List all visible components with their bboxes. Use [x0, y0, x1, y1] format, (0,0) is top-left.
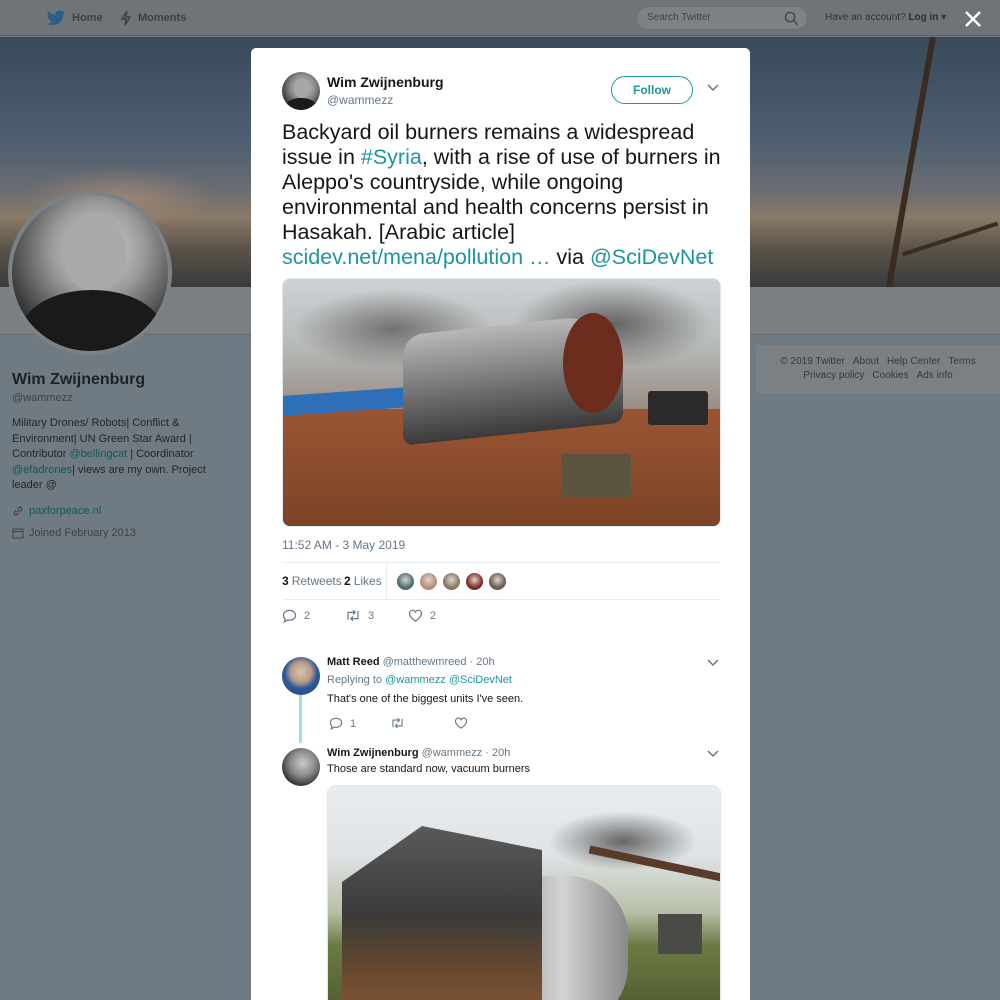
mention-scidevnet[interactable]: @SciDevNet: [590, 245, 713, 269]
twitter-bird-icon: [46, 9, 66, 25]
heart-icon: [408, 609, 423, 622]
liker-avatar[interactable]: [419, 572, 438, 591]
liker-avatar[interactable]: [488, 572, 507, 591]
link-icon: [13, 506, 23, 516]
article-link[interactable]: scidev.net/mena/pollution …: [282, 245, 551, 269]
profile-handle[interactable]: @wammezz: [12, 392, 73, 404]
nav-moments-label: Moments: [138, 12, 187, 24]
like-count: 2: [430, 609, 437, 622]
author-name[interactable]: Wim Zwijnenburg: [327, 74, 444, 90]
footer-about[interactable]: About: [853, 356, 879, 367]
retweets-label: Retweets: [291, 574, 342, 588]
hashtag-syria[interactable]: #Syria: [361, 145, 422, 169]
liker-avatar[interactable]: [396, 572, 415, 591]
chevron-down-icon[interactable]: [707, 659, 719, 667]
replying-to-mentions[interactable]: @wammezz @SciDevNet: [385, 674, 512, 686]
reply-header: Matt Reed @matthewmreed · 20h: [327, 656, 495, 668]
nav-home[interactable]: Home: [46, 0, 103, 36]
reply-count: 2: [304, 610, 311, 622]
footer-cookies[interactable]: Cookies: [872, 370, 908, 381]
reply-count: 1: [350, 717, 357, 730]
retweet-icon: [347, 609, 359, 622]
bio-text: | Coordinator: [127, 448, 194, 460]
likes-count: 2: [344, 574, 351, 588]
caret-down-icon: ▾: [941, 12, 947, 23]
bio-mention-efadrones[interactable]: @efadrones: [12, 464, 72, 476]
reply-text: That's one of the biggest units I've see…: [327, 693, 524, 705]
profile-name[interactable]: Wim Zwijnenburg: [12, 371, 145, 389]
joined-text: Joined February 2013: [29, 527, 137, 539]
like-action[interactable]: 2: [408, 609, 436, 622]
chevron-down-icon[interactable]: [707, 84, 719, 92]
reply-avatar[interactable]: [282, 748, 320, 786]
follow-button[interactable]: Follow: [611, 76, 693, 104]
reply-header: Wim Zwijnenburg @wammezz · 20h: [327, 747, 510, 759]
footer-ads-info[interactable]: Ads info: [917, 370, 953, 381]
tweet-timestamp[interactable]: 11:52 AM - 3 May 2019: [282, 538, 405, 552]
close-icon[interactable]: [962, 8, 984, 30]
retweets-stat[interactable]: 3 Retweets: [282, 574, 342, 588]
tweet-text-part: via: [550, 245, 590, 269]
reply-action[interactable]: 2: [282, 609, 310, 623]
author-avatar[interactable]: [282, 72, 320, 110]
profile-bio: Military Drones/ Robots| Conflict & Envi…: [12, 416, 222, 494]
reply-avatar[interactable]: [282, 657, 320, 695]
likes-stat[interactable]: 2 Likes: [344, 574, 382, 588]
reply-author-name[interactable]: Matt Reed: [327, 656, 380, 668]
profile-url[interactable]: paxforpeace.nl: [12, 505, 101, 517]
nav-home-label: Home: [72, 12, 103, 24]
replying-prefix: Replying to: [327, 674, 383, 686]
bio-mention-bellingcat[interactable]: @bellingcat: [69, 448, 127, 460]
have-account-text: Have an account?: [825, 12, 906, 23]
retweet-count: 3: [368, 609, 375, 622]
tweet-modal: Wim Zwijnenburg @wammezz Follow Backyard…: [251, 48, 750, 1000]
reply-text: Those are standard now, vacuum burners: [327, 763, 531, 775]
reply-author-name[interactable]: Wim Zwijnenburg: [327, 747, 419, 759]
liker-avatar[interactable]: [465, 572, 484, 591]
footer-help-center[interactable]: Help Center: [887, 356, 940, 367]
nav-moments[interactable]: Moments: [120, 0, 186, 36]
reply-icon: [282, 609, 297, 623]
login-prompt[interactable]: Have an account? Log in ▾: [825, 12, 946, 23]
replying-to: Replying to @wammezz @SciDevNet: [327, 674, 512, 686]
footer-row: © 2019 Twitter About Help Center Terms: [756, 355, 1000, 369]
thread-connector: [299, 695, 302, 743]
calendar-icon: [12, 528, 24, 539]
like-action[interactable]: [454, 717, 475, 729]
tweet-stats: 3 Retweets 2 Likes: [282, 562, 720, 600]
reply-author-handle[interactable]: @wammezz: [422, 747, 483, 759]
tweet-text: Backyard oil burners remains a widesprea…: [282, 120, 722, 270]
footer-privacy[interactable]: Privacy policy: [803, 370, 864, 381]
reply-time[interactable]: · 20h: [485, 747, 510, 759]
author-handle[interactable]: @wammezz: [327, 93, 393, 107]
reply-photo[interactable]: [327, 785, 721, 1000]
footer-row: Privacy policy Cookies Ads info: [756, 369, 1000, 383]
likes-label: Likes: [353, 574, 382, 588]
retweet-action[interactable]: [390, 717, 412, 729]
retweet-icon: [392, 717, 403, 729]
reply-icon: [329, 717, 343, 730]
lightning-icon: [120, 10, 132, 26]
liker-avatar[interactable]: [442, 572, 461, 591]
profile-url-text[interactable]: paxforpeace.nl: [29, 505, 101, 517]
search-placeholder: Search Twitter: [647, 12, 711, 23]
retweets-count: 3: [282, 574, 289, 588]
footer-links: © 2019 Twitter About Help Center Terms Priv…: [756, 345, 1000, 393]
reply-author-handle[interactable]: @matthewmreed: [383, 656, 467, 668]
login-link[interactable]: Log in: [908, 12, 938, 23]
reply-time[interactable]: · 20h: [470, 656, 495, 668]
search-input[interactable]: Search Twitter: [636, 6, 808, 30]
search-icon[interactable]: [784, 11, 799, 26]
chevron-down-icon[interactable]: [707, 750, 719, 758]
footer-terms[interactable]: Terms: [948, 356, 975, 367]
retweet-action[interactable]: 3: [345, 609, 374, 622]
tweet-photo[interactable]: [282, 278, 721, 527]
reply-action[interactable]: 1: [329, 717, 356, 730]
top-navigation: Home Moments Search Twitter Have an acco…: [0, 0, 1000, 36]
profile-avatar[interactable]: [8, 191, 172, 355]
profile-joined: Joined February 2013: [12, 527, 136, 539]
footer-copyright: © 2019 Twitter: [780, 356, 845, 367]
heart-icon: [454, 717, 468, 729]
